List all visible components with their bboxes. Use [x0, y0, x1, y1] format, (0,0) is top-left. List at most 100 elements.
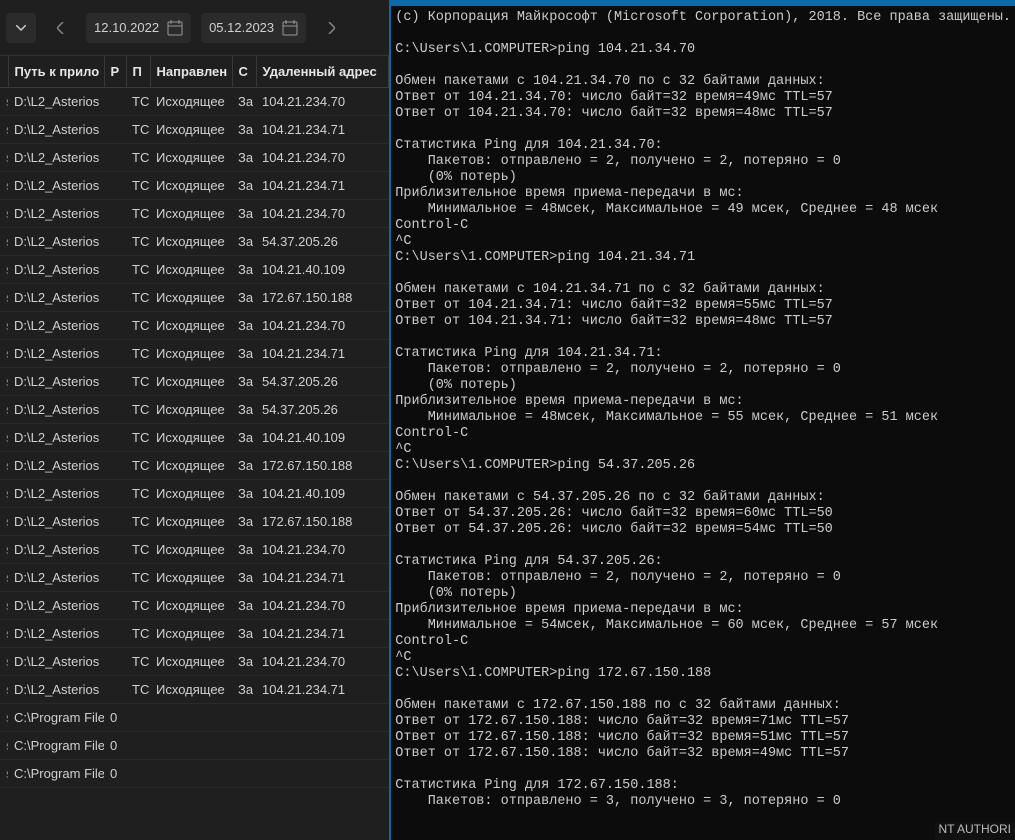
table-row[interactable]: D:\L2_AsteriosTCИсходящееЗа104.21.234.71 — [0, 676, 389, 704]
cell-gutter — [0, 256, 8, 284]
cell-remote: 104.21.234.71 — [256, 564, 389, 592]
terminal-line: Control-C — [395, 218, 1011, 234]
cell-dir — [150, 704, 232, 732]
cell-remote: 172.67.150.188 — [256, 284, 389, 312]
table-row[interactable]: D:\L2_AsteriosTCИсходящееЗа104.21.234.70 — [0, 88, 389, 116]
terminal-line: Ответ от 54.37.205.26: число байт=32 вре… — [395, 506, 1011, 522]
cell-path: D:\L2_Asterios — [8, 340, 104, 368]
cell-gutter — [0, 620, 8, 648]
cell-pp: TC — [126, 228, 150, 256]
table-row[interactable]: D:\L2_AsteriosTCИсходящееЗа104.21.234.70 — [0, 648, 389, 676]
table-row[interactable]: D:\L2_AsteriosTCИсходящееЗа104.21.234.71 — [0, 172, 389, 200]
cell-dir: Исходящее — [150, 312, 232, 340]
cell-p: 0 — [104, 704, 126, 732]
cell-p — [104, 592, 126, 620]
log-table-wrap[interactable]: Путь к прило Р П Направлен С Удаленный а… — [0, 56, 389, 840]
table-row[interactable]: D:\L2_AsteriosTCИсходящееЗа104.21.234.71 — [0, 340, 389, 368]
table-row[interactable]: D:\L2_AsteriosTCИсходящееЗа104.21.234.71 — [0, 116, 389, 144]
cell-gutter — [0, 704, 8, 732]
terminal-line: Обмен пакетами с 104.21.34.70 по с 32 ба… — [395, 74, 1011, 90]
cell-dir: Исходящее — [150, 480, 232, 508]
col-pp[interactable]: П — [126, 56, 150, 88]
terminal-line — [395, 538, 1011, 554]
cell-path: D:\L2_Asterios — [8, 256, 104, 284]
table-row[interactable]: D:\L2_AsteriosTCИсходящееЗа104.21.40.109 — [0, 480, 389, 508]
table-row[interactable]: D:\L2_AsteriosTCИсходящееЗа104.21.234.70 — [0, 592, 389, 620]
cell-c: За — [232, 144, 256, 172]
cell-pp: TC — [126, 536, 150, 564]
cell-remote: 54.37.205.26 — [256, 228, 389, 256]
terminal-line: C:\Users\1.COMPUTER>ping 54.37.205.26 — [395, 458, 1011, 474]
table-row[interactable]: C:\Program File0 — [0, 704, 389, 732]
cell-path: D:\L2_Asterios — [8, 312, 104, 340]
table-row[interactable]: D:\L2_AsteriosTCИсходящееЗа172.67.150.18… — [0, 284, 389, 312]
terminal-line: Ответ от 104.21.34.71: число байт=32 вре… — [395, 298, 1011, 314]
table-row[interactable]: D:\L2_AsteriosTCИсходящееЗа54.37.205.26 — [0, 396, 389, 424]
col-remote[interactable]: Удаленный адрес — [256, 56, 389, 88]
next-button[interactable] — [316, 13, 346, 43]
cell-p — [104, 116, 126, 144]
date-from-field[interactable]: 12.10.2022 — [86, 13, 191, 43]
cell-remote: 54.37.205.26 — [256, 396, 389, 424]
cell-remote: 104.21.234.71 — [256, 340, 389, 368]
terminal-line: Обмен пакетами с 172.67.150.188 по с 32 … — [395, 698, 1011, 714]
cell-pp: TC — [126, 256, 150, 284]
table-row[interactable]: D:\L2_AsteriosTCИсходящееЗа54.37.205.26 — [0, 368, 389, 396]
table-row[interactable]: C:\Program File0 — [0, 760, 389, 788]
terminal-output[interactable]: (c) Корпорация Майкрософт (Microsoft Cor… — [391, 6, 1015, 840]
table-row[interactable]: D:\L2_AsteriosTCИсходящееЗа104.21.234.70 — [0, 200, 389, 228]
cell-dir: Исходящее — [150, 200, 232, 228]
dropdown-button[interactable] — [6, 13, 36, 43]
col-direction[interactable]: Направлен — [150, 56, 232, 88]
cell-path: D:\L2_Asterios — [8, 144, 104, 172]
statusbar-text: NT AUTHORI — [939, 822, 1011, 836]
col-gutter[interactable] — [0, 56, 8, 88]
terminal-line — [395, 762, 1011, 778]
table-row[interactable]: D:\L2_AsteriosTCИсходящееЗа104.21.234.71 — [0, 564, 389, 592]
terminal-line: ^C — [395, 650, 1011, 666]
cell-path: D:\L2_Asterios — [8, 564, 104, 592]
terminal-line: (c) Корпорация Майкрософт (Microsoft Cor… — [395, 10, 1011, 26]
table-row[interactable]: D:\L2_AsteriosTCИсходящееЗа104.21.40.109 — [0, 256, 389, 284]
cell-gutter — [0, 592, 8, 620]
cell-remote: 104.21.234.71 — [256, 676, 389, 704]
cell-gutter — [0, 564, 8, 592]
col-p[interactable]: Р — [104, 56, 126, 88]
table-row[interactable]: D:\L2_AsteriosTCИсходящееЗа172.67.150.18… — [0, 452, 389, 480]
cell-path: D:\L2_Asterios — [8, 536, 104, 564]
table-header-row: Путь к прило Р П Направлен С Удаленный а… — [0, 56, 389, 88]
table-row[interactable]: C:\Program File0 — [0, 732, 389, 760]
cell-gutter — [0, 200, 8, 228]
cell-gutter — [0, 648, 8, 676]
cell-c: За — [232, 620, 256, 648]
cell-dir: Исходящее — [150, 88, 232, 116]
table-row[interactable]: D:\L2_AsteriosTCИсходящееЗа172.67.150.18… — [0, 508, 389, 536]
cell-path: D:\L2_Asterios — [8, 368, 104, 396]
cell-gutter — [0, 480, 8, 508]
terminal-line: Статистика Ping для 172.67.150.188: — [395, 778, 1011, 794]
table-row[interactable]: D:\L2_AsteriosTCИсходящееЗа104.21.234.70 — [0, 536, 389, 564]
cell-dir: Исходящее — [150, 284, 232, 312]
table-row[interactable]: D:\L2_AsteriosTCИсходящееЗа104.21.40.109 — [0, 424, 389, 452]
table-row[interactable]: D:\L2_AsteriosTCИсходящееЗа104.21.234.70 — [0, 312, 389, 340]
cell-gutter — [0, 396, 8, 424]
date-to-field[interactable]: 05.12.2023 — [201, 13, 306, 43]
cell-c: За — [232, 172, 256, 200]
col-c[interactable]: С — [232, 56, 256, 88]
cell-c: За — [232, 116, 256, 144]
cell-p — [104, 480, 126, 508]
cell-path: D:\L2_Asterios — [8, 396, 104, 424]
prev-button[interactable] — [46, 13, 76, 43]
terminal-line: C:\Users\1.COMPUTER>ping 172.67.150.188 — [395, 666, 1011, 682]
cell-gutter — [0, 536, 8, 564]
cell-path: D:\L2_Asterios — [8, 480, 104, 508]
cell-c: За — [232, 676, 256, 704]
cell-remote: 104.21.40.109 — [256, 424, 389, 452]
cell-p — [104, 200, 126, 228]
col-path[interactable]: Путь к прило — [8, 56, 104, 88]
cell-c: За — [232, 536, 256, 564]
table-row[interactable]: D:\L2_AsteriosTCИсходящееЗа54.37.205.26 — [0, 228, 389, 256]
terminal-line: Статистика Ping для 104.21.34.70: — [395, 138, 1011, 154]
table-row[interactable]: D:\L2_AsteriosTCИсходящееЗа104.21.234.71 — [0, 620, 389, 648]
table-row[interactable]: D:\L2_AsteriosTCИсходящееЗа104.21.234.70 — [0, 144, 389, 172]
